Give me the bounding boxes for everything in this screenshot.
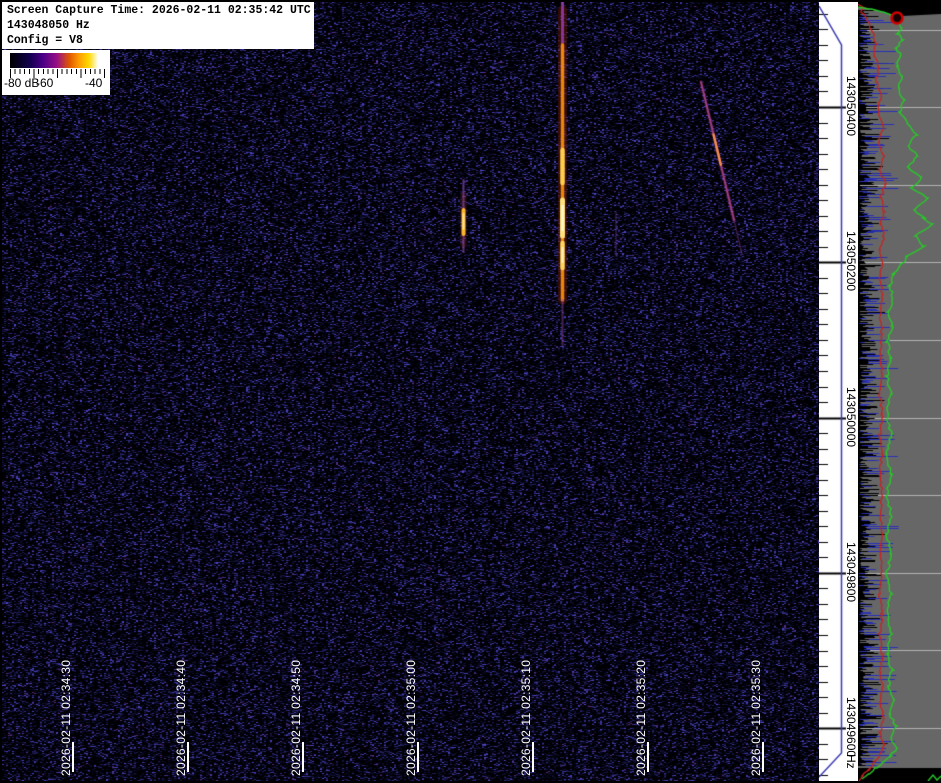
time-axis-label: 2026-02-11 02:35:30 xyxy=(749,659,763,776)
frequency-axis-label: 143050000 xyxy=(844,387,858,448)
frequency-axis-label: 143050400 xyxy=(844,76,858,137)
spectrogram-app-window: Screen Capture Time: 2026-02-11 02:35:42… xyxy=(0,0,941,783)
time-axis-tick xyxy=(532,742,534,772)
time-axis-tick xyxy=(187,742,189,772)
time-axis-tick xyxy=(302,742,304,772)
frequency-axis-label: 143050200 xyxy=(844,231,858,292)
time-axis-label: 2026-02-11 02:35:00 xyxy=(404,659,418,776)
capture-time-line: Screen Capture Time: 2026-02-11 02:35:42… xyxy=(7,4,311,17)
time-axis-label: 2026-02-11 02:35:10 xyxy=(519,659,533,776)
frequency-unit-label: Hz xyxy=(844,754,858,769)
db-color-scale: -80 dB -60 -40 xyxy=(2,50,110,95)
db-label-min: -80 dB xyxy=(4,76,40,90)
frequency-axis-label: 143049800 xyxy=(844,542,858,603)
capture-info-box: Screen Capture Time: 2026-02-11 02:35:42… xyxy=(2,2,314,49)
time-axis-tick xyxy=(762,742,764,772)
config-line: Config = V8 xyxy=(7,34,83,47)
time-axis-label: 2026-02-11 02:35:20 xyxy=(634,659,648,776)
time-axis-tick xyxy=(417,742,419,772)
time-axis-tick xyxy=(72,742,74,772)
color-gradient-bar xyxy=(10,53,104,68)
db-label-max: -40 xyxy=(85,76,103,90)
frequency-axis-label: 143049600 xyxy=(844,697,858,758)
center-frequency-line: 143048050 Hz xyxy=(7,19,90,32)
time-axis-tick xyxy=(647,742,649,772)
time-axis-label: 2026-02-11 02:34:40 xyxy=(174,659,188,776)
spectrum-panel-canvas xyxy=(858,2,941,781)
db-label-mid: -60 xyxy=(36,76,54,90)
time-axis-label: 2026-02-11 02:34:30 xyxy=(59,659,73,776)
time-axis-label: 2026-02-11 02:34:50 xyxy=(289,659,303,776)
